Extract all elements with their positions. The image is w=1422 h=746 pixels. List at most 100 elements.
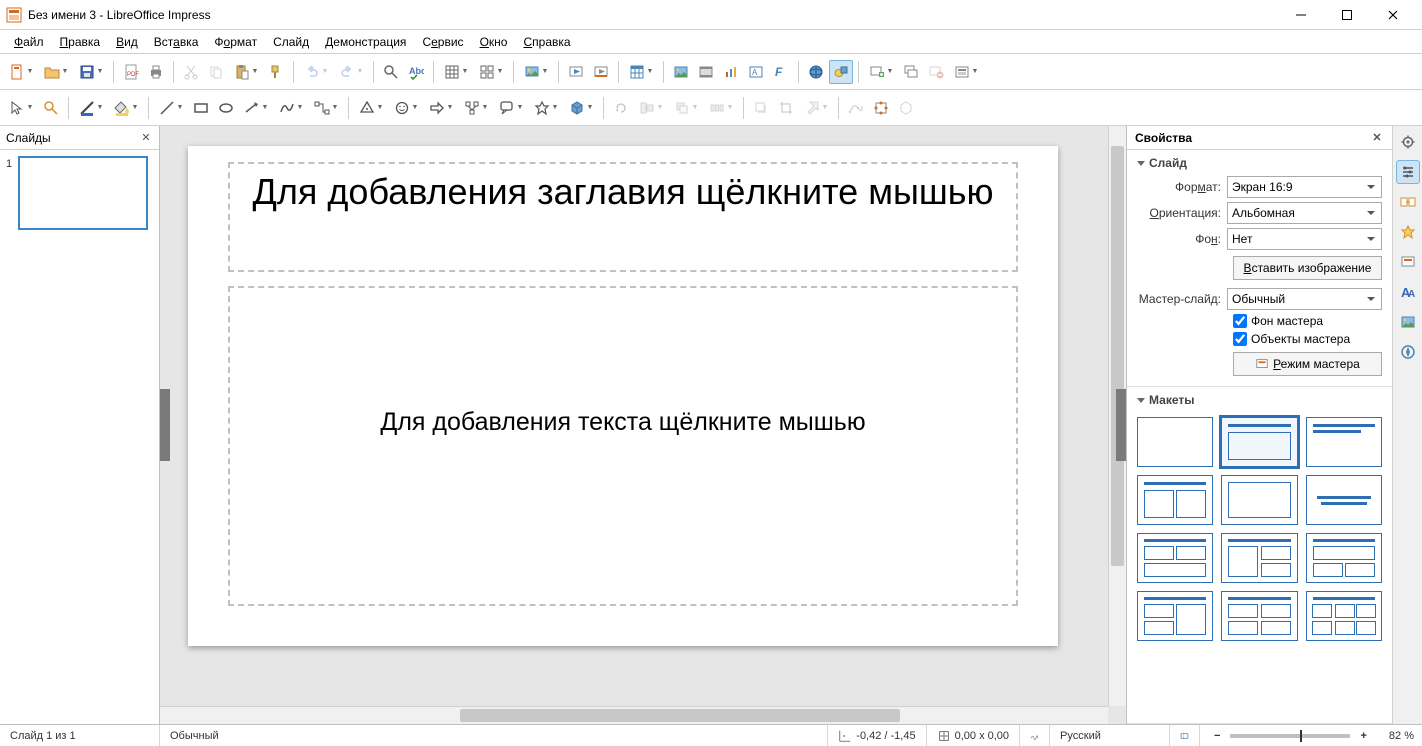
orientation-combo[interactable]: Альбомная xyxy=(1227,202,1382,224)
display-grid-button[interactable]: ▼ xyxy=(439,60,473,84)
menu-window[interactable]: Окно xyxy=(472,32,516,52)
insert-textbox-button[interactable]: A xyxy=(744,60,768,84)
menu-tools[interactable]: Сервис xyxy=(414,32,471,52)
line-color-tool[interactable]: ▼ xyxy=(74,96,108,120)
tab-navigator-icon[interactable] xyxy=(1396,340,1420,364)
status-language[interactable]: Русский xyxy=(1050,725,1170,746)
slides-panel-close[interactable]: ✕ xyxy=(139,131,153,145)
minimize-button[interactable] xyxy=(1278,0,1324,30)
status-signature-icon[interactable] xyxy=(1020,725,1050,746)
slide-canvas[interactable]: Для добавления заглавия щёлкните мышью Д… xyxy=(188,146,1058,646)
find-replace-button[interactable] xyxy=(379,60,403,84)
symbol-shapes-tool[interactable]: ▼ xyxy=(389,96,423,120)
master-mode-btn[interactable]: Режим мастера xyxy=(1233,352,1382,376)
3d-objects-tool[interactable]: ▼ xyxy=(564,96,598,120)
menu-format[interactable]: Формат xyxy=(206,32,265,52)
content-placeholder[interactable]: Для добавления текста щёлкните мышью xyxy=(228,286,1018,606)
paste-button[interactable]: ▼ xyxy=(229,60,263,84)
spellcheck-button[interactable]: Abc xyxy=(404,60,428,84)
menu-help[interactable]: Справка xyxy=(515,32,578,52)
layout-1top-2bottom[interactable] xyxy=(1306,533,1382,583)
insert-fontwork-button[interactable]: F xyxy=(769,60,793,84)
right-splitter[interactable] xyxy=(1116,389,1126,461)
background-combo[interactable]: Нет xyxy=(1227,228,1382,250)
ellipse-tool[interactable] xyxy=(214,96,238,120)
layout-1left-2right[interactable] xyxy=(1221,533,1297,583)
zoom-tool[interactable] xyxy=(39,96,63,120)
sidebar-settings-icon[interactable] xyxy=(1396,130,1420,154)
stars-tool[interactable]: ▼ xyxy=(529,96,563,120)
slide-thumb-1[interactable]: 1 xyxy=(6,156,153,230)
layout-blank[interactable] xyxy=(1137,417,1213,467)
master-slide-button[interactable]: ▼ xyxy=(519,60,553,84)
menu-slideshow[interactable]: Демонстрация xyxy=(317,32,414,52)
connectors-tool[interactable]: ▼ xyxy=(309,96,343,120)
close-button[interactable] xyxy=(1370,0,1416,30)
tab-animation-icon[interactable] xyxy=(1396,220,1420,244)
format-combo[interactable]: Экран 16:9 xyxy=(1227,176,1382,198)
fill-color-tool[interactable]: ▼ xyxy=(109,96,143,120)
insert-av-button[interactable] xyxy=(694,60,718,84)
chk-master-bg[interactable] xyxy=(1233,314,1247,328)
layout-six-content[interactable] xyxy=(1306,591,1382,641)
tab-gallery-icon[interactable] xyxy=(1396,310,1420,334)
rectangle-tool[interactable] xyxy=(189,96,213,120)
menu-insert[interactable]: Вставка xyxy=(146,32,207,52)
layout-centered-text[interactable] xyxy=(1306,475,1382,525)
new-slide-button[interactable]: ▼ xyxy=(864,60,898,84)
duplicate-slide-button[interactable] xyxy=(899,60,923,84)
print-button[interactable] xyxy=(144,60,168,84)
show-draw-functions-button[interactable] xyxy=(829,60,853,84)
left-splitter[interactable] xyxy=(160,389,170,461)
layout-two-content[interactable] xyxy=(1137,475,1213,525)
tab-properties-icon[interactable] xyxy=(1396,160,1420,184)
layout-2top-1bottom[interactable] xyxy=(1137,533,1213,583)
start-current-slide-button[interactable] xyxy=(589,60,613,84)
sidebar-close[interactable]: ✕ xyxy=(1370,131,1384,145)
new-button[interactable]: ▼ xyxy=(4,60,38,84)
save-button[interactable]: ▼ xyxy=(74,60,108,84)
basic-shapes-tool[interactable]: ▼ xyxy=(354,96,388,120)
clone-format-button[interactable] xyxy=(264,60,288,84)
tab-transition-icon[interactable] xyxy=(1396,190,1420,214)
layout-title-content[interactable] xyxy=(1221,417,1297,467)
menu-edit[interactable]: Правка xyxy=(52,32,109,52)
layout-four-content[interactable] xyxy=(1221,591,1297,641)
menu-view[interactable]: Вид xyxy=(108,32,146,52)
menu-file[interactable]: Файл xyxy=(6,32,52,52)
menu-slide[interactable]: Слайд xyxy=(265,32,317,52)
section-slide[interactable]: Слайд xyxy=(1137,156,1382,170)
open-button[interactable]: ▼ xyxy=(39,60,73,84)
start-first-slide-button[interactable] xyxy=(564,60,588,84)
zoom-controls[interactable]: − + xyxy=(1200,725,1381,746)
curves-tool[interactable]: ▼ xyxy=(274,96,308,120)
lines-arrows-tool[interactable]: ▼ xyxy=(239,96,273,120)
tab-master-icon[interactable] xyxy=(1396,250,1420,274)
block-arrows-tool[interactable]: ▼ xyxy=(424,96,458,120)
status-view-mode[interactable]: Обычный xyxy=(160,725,828,746)
export-pdf-button[interactable]: PDF xyxy=(119,60,143,84)
layout-2left-1right[interactable] xyxy=(1137,591,1213,641)
insert-chart-button[interactable] xyxy=(719,60,743,84)
gluepoints-tool[interactable] xyxy=(869,96,893,120)
title-placeholder[interactable]: Для добавления заглавия щёлкните мышью xyxy=(228,162,1018,272)
line-tool[interactable]: ▼ xyxy=(154,96,188,120)
display-views-button[interactable]: ▼ xyxy=(474,60,508,84)
table-button[interactable]: ▼ xyxy=(624,60,658,84)
layout-title-only[interactable] xyxy=(1306,417,1382,467)
layout-content-only[interactable] xyxy=(1221,475,1297,525)
flowchart-tool[interactable]: ▼ xyxy=(459,96,493,120)
insert-hyperlink-button[interactable] xyxy=(804,60,828,84)
section-layouts[interactable]: Макеты xyxy=(1137,393,1382,407)
zoom-value[interactable]: 82 % xyxy=(1381,730,1422,742)
chk-master-obj[interactable] xyxy=(1233,332,1247,346)
master-combo[interactable]: Обычный xyxy=(1227,288,1382,310)
callouts-tool[interactable]: ▼ xyxy=(494,96,528,120)
slide-layout-button[interactable]: ▼ xyxy=(949,60,983,84)
maximize-button[interactable] xyxy=(1324,0,1370,30)
tab-styles-icon[interactable]: AA xyxy=(1396,280,1420,304)
select-tool[interactable]: ▼ xyxy=(4,96,38,120)
insert-image-btn[interactable]: Вставить изображение xyxy=(1233,256,1382,280)
insert-image-button[interactable] xyxy=(669,60,693,84)
status-fit-icon[interactable] xyxy=(1170,725,1200,746)
